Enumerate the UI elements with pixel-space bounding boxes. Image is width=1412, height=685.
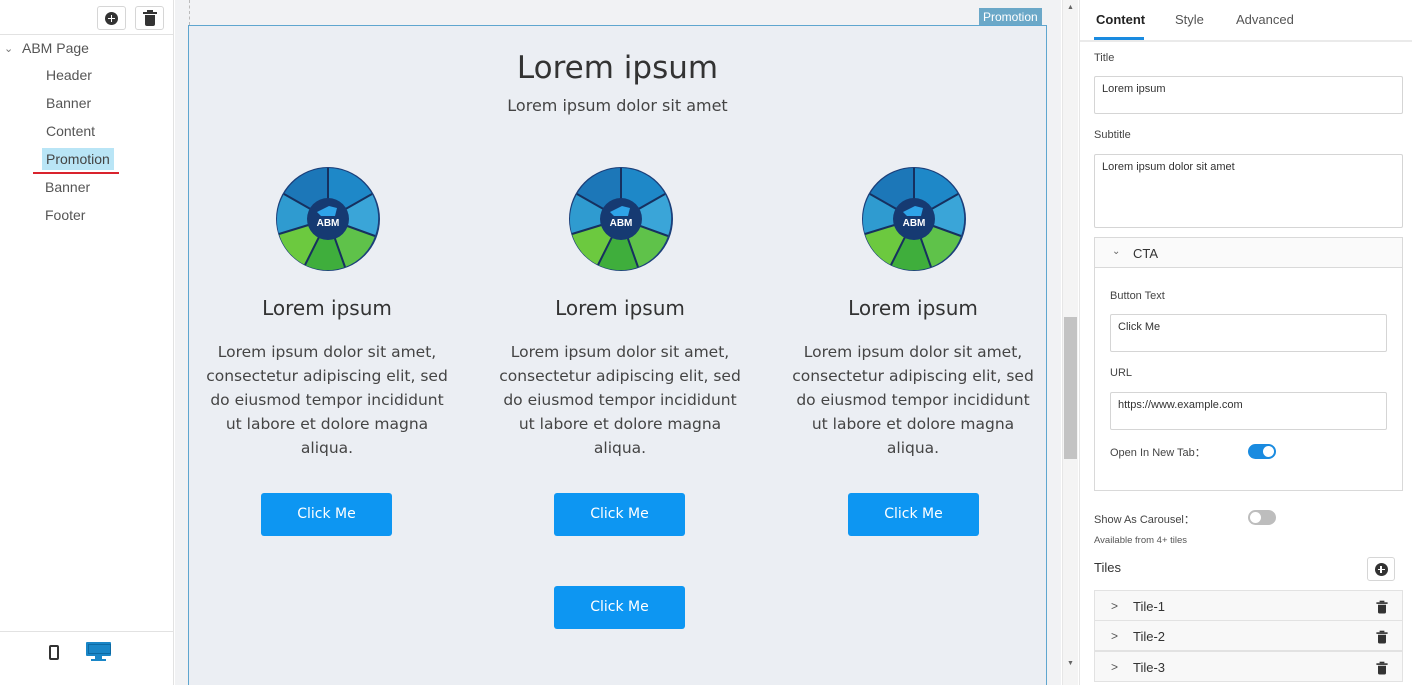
section-cta-button[interactable]: Click Me: [554, 586, 685, 629]
properties-panel: Content Style Advanced Title Lorem ipsum…: [1079, 0, 1412, 685]
abm-logo-text: ABM: [317, 218, 340, 229]
scrollbar-thumb[interactable]: [1064, 317, 1077, 459]
tree-root[interactable]: ⌄ ABM Page: [0, 38, 89, 58]
tile-title: Lorem ipsum: [555, 296, 685, 320]
tile-row-label: Tile-2: [1133, 629, 1166, 644]
tab-style[interactable]: Style: [1175, 12, 1204, 27]
tree-root-label: ABM Page: [22, 40, 89, 56]
subtitle-textarea[interactable]: Lorem ipsum dolor sit amet: [1094, 154, 1403, 228]
subtitle-label: Subtitle: [1094, 129, 1131, 141]
carousel-toggle[interactable]: [1248, 510, 1276, 525]
tile-title: Lorem ipsum: [262, 296, 392, 320]
tile-cta-button[interactable]: Click Me: [554, 493, 685, 536]
structure-panel: ⌄ ABM Page Header Banner Content Promoti…: [0, 0, 174, 685]
tree-item-banner[interactable]: Banner: [46, 92, 91, 114]
title-input[interactable]: Lorem ipsum: [1094, 76, 1403, 114]
chevron-right-icon[interactable]: >: [1111, 629, 1118, 643]
url-input[interactable]: https://www.example.com: [1110, 392, 1387, 430]
section-tag[interactable]: Promotion: [979, 8, 1042, 26]
add-tile-button[interactable]: [1367, 557, 1395, 581]
carousel-label: Show As Carousel：: [1094, 514, 1195, 526]
active-tab-indicator: [1094, 37, 1144, 40]
abm-wheel-image: ABM: [862, 167, 966, 271]
tab-advanced[interactable]: Advanced: [1236, 12, 1294, 27]
tile-row-label: Tile-3: [1133, 660, 1166, 675]
title-label: Title: [1094, 52, 1115, 64]
desktop-device-icon[interactable]: [86, 642, 111, 661]
tile-row[interactable]: > Tile-1: [1094, 590, 1403, 621]
trash-icon[interactable]: [1376, 630, 1388, 644]
active-item-underline: [33, 172, 119, 174]
open-new-tab-label: Open In New Tab：: [1110, 447, 1206, 459]
abm-wheel-image: ABM: [569, 167, 673, 271]
tile-text: Lorem ipsum dolor sit amet, consectetur …: [792, 343, 1034, 457]
button-text-input[interactable]: Click Me: [1110, 314, 1387, 352]
plus-circle-icon: [1374, 562, 1388, 576]
tile-title: Lorem ipsum: [848, 296, 978, 320]
canvas-scrollbar[interactable]: ▲ ▼: [1062, 0, 1078, 685]
url-label: URL: [1110, 367, 1133, 379]
tile-cta-button[interactable]: Click Me: [261, 493, 392, 536]
tile-text: Lorem ipsum dolor sit amet, consectetur …: [206, 343, 448, 457]
tree-item-header[interactable]: Header: [46, 64, 92, 86]
tile-row-label: Tile-1: [1133, 599, 1166, 614]
tab-content[interactable]: Content: [1096, 12, 1145, 27]
trash-icon[interactable]: [1376, 661, 1388, 675]
section-subtitle: Lorem ipsum dolor sit amet: [507, 96, 728, 115]
tree-item-banner-2[interactable]: Banner: [45, 176, 90, 198]
tiles-label: Tiles: [1094, 560, 1121, 575]
add-section-button[interactable]: [97, 6, 126, 30]
mobile-device-icon[interactable]: [49, 645, 59, 660]
button-text-label: Button Text: [1110, 290, 1165, 302]
device-switcher: [0, 631, 173, 685]
chevron-down-icon[interactable]: ⌄: [4, 42, 16, 55]
trash-icon: [142, 9, 157, 26]
delete-section-button[interactable]: [135, 6, 164, 30]
chevron-down-icon: ⌄: [1112, 246, 1121, 257]
abm-wheel-image: ABM: [276, 167, 380, 271]
tile-text: Lorem ipsum dolor sit amet, consectetur …: [499, 343, 741, 457]
abm-logo-text: ABM: [610, 218, 633, 229]
tree-item-footer[interactable]: Footer: [45, 204, 85, 226]
chevron-right-icon[interactable]: >: [1111, 599, 1118, 613]
section-title: Lorem ipsum: [516, 50, 719, 86]
tile-row[interactable]: > Tile-3: [1094, 651, 1403, 682]
cta-header-label: CTA: [1133, 246, 1159, 261]
scroll-up-icon[interactable]: ▲: [1067, 4, 1074, 11]
plus-circle-icon: [105, 11, 118, 25]
abm-logo-text: ABM: [903, 218, 926, 229]
promotion-section[interactable]: Lorem ipsum Lorem ipsum dolor sit amet A…: [188, 25, 1047, 685]
previous-section-edge: [189, 0, 1047, 25]
trash-icon[interactable]: [1376, 600, 1388, 614]
chevron-right-icon[interactable]: >: [1111, 660, 1118, 674]
tree-item-content[interactable]: Content: [46, 120, 95, 142]
properties-tabs: Content Style Advanced: [1080, 0, 1412, 42]
tile-row[interactable]: > Tile-2: [1094, 620, 1403, 651]
cta-accordion: ⌄ CTA Button Text Click Me URL https://w…: [1094, 237, 1403, 491]
tree-item-promotion[interactable]: Promotion: [42, 148, 114, 170]
open-new-tab-toggle[interactable]: [1248, 444, 1276, 459]
page-builder-app: ⌄ ABM Page Header Banner Content Promoti…: [0, 0, 1412, 685]
scroll-down-icon[interactable]: ▼: [1067, 660, 1074, 667]
cta-accordion-header[interactable]: ⌄ CTA: [1095, 238, 1402, 268]
tile-cta-button[interactable]: Click Me: [848, 493, 979, 536]
structure-toolbar: [0, 0, 173, 35]
preview-canvas: Promotion Lorem ipsum Lorem ipsum dolor …: [175, 0, 1061, 685]
carousel-note: Available from 4+ tiles: [1094, 535, 1188, 546]
